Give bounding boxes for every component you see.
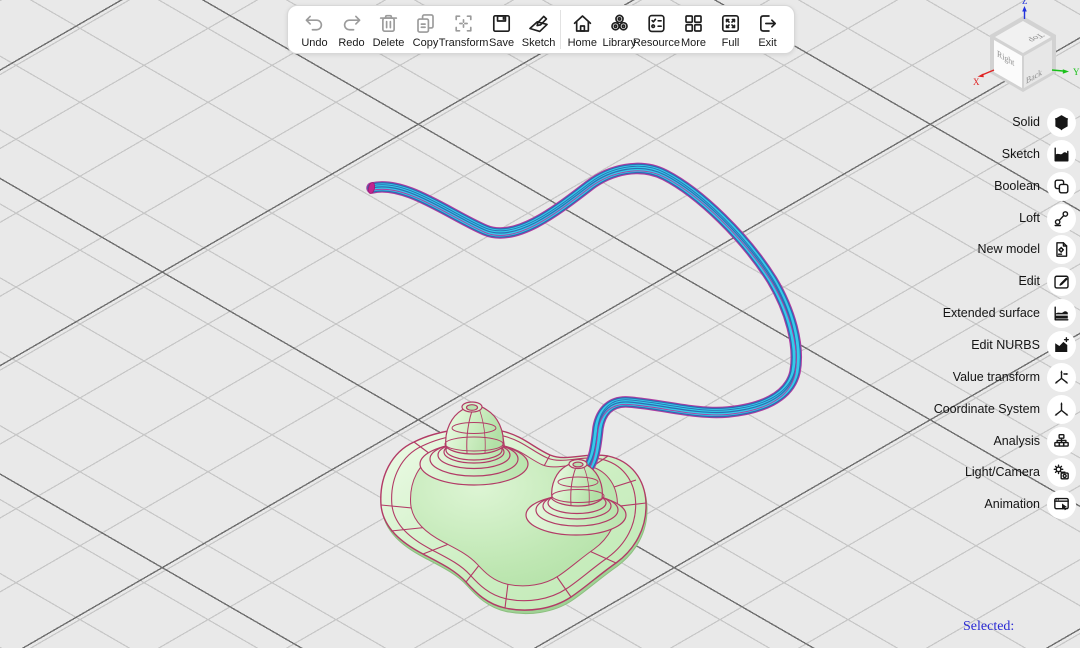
new-model-icon (1051, 239, 1072, 260)
library-icon (607, 11, 632, 36)
tool-light-camera[interactable]: Light/Camera (965, 457, 1076, 487)
library-label: Library (602, 37, 636, 49)
transform-icon (451, 11, 476, 36)
solid-cube-icon (1051, 112, 1072, 133)
axis-y-arrow (1063, 69, 1069, 73)
transform-button[interactable]: Transform (444, 6, 483, 53)
redo-label: Redo (338, 37, 364, 49)
tool-boolean-label: Boolean (994, 179, 1040, 193)
boolean-icon (1051, 176, 1072, 197)
cable-curve-model[interactable] (367, 166, 796, 470)
tool-edit[interactable]: Edit (1018, 266, 1076, 296)
axis-z-arrow (1022, 6, 1027, 12)
more-label: More (681, 37, 706, 49)
tool-edit-nurbs[interactable]: Edit NURBS (971, 330, 1076, 360)
axis-z-label: Z (1022, 0, 1028, 6)
3d-viewport-canvas[interactable] (0, 0, 1080, 648)
home-button[interactable]: Home (564, 6, 601, 53)
resource-checklist-icon (644, 11, 669, 36)
coordinate-system-icon (1051, 399, 1072, 420)
sketch-button[interactable]: Sketch (520, 6, 557, 53)
value-transform-icon (1051, 367, 1072, 388)
tool-edit-label: Edit (1018, 274, 1040, 288)
exit-button[interactable]: Exit (749, 6, 786, 53)
trash-icon (376, 11, 401, 36)
loft-icon (1051, 208, 1072, 229)
tool-analysis[interactable]: Analysis (993, 426, 1076, 456)
tool-solid[interactable]: Solid (1012, 107, 1076, 137)
axis-x-label: X (973, 77, 980, 87)
copy-label: Copy (413, 37, 439, 49)
tool-new-model[interactable]: New model (977, 234, 1076, 264)
undo-icon (302, 11, 327, 36)
tool-coordinate-system-label: Coordinate System (934, 402, 1040, 416)
edit-pencil-icon (1051, 271, 1072, 292)
fullscreen-icon (718, 11, 743, 36)
delete-label: Delete (373, 37, 405, 49)
copy-icon (413, 11, 438, 36)
undo-button[interactable]: Undo (296, 6, 333, 53)
edit-nurbs-icon (1051, 335, 1072, 356)
sketch-pen-icon (526, 11, 551, 36)
tool-extended-surface-label: Extended surface (943, 306, 1040, 320)
save-floppy-icon (489, 11, 514, 36)
resource-button[interactable]: Resource (638, 6, 675, 53)
tool-new-model-label: New model (977, 242, 1040, 256)
delete-button[interactable]: Delete (370, 6, 407, 53)
tool-light-camera-label: Light/Camera (965, 465, 1040, 479)
redo-icon (339, 11, 364, 36)
animation-icon (1051, 494, 1072, 515)
full-label: Full (722, 37, 740, 49)
undo-label: Undo (301, 37, 327, 49)
redo-button[interactable]: Redo (333, 6, 370, 53)
tool-value-transform[interactable]: Value transform (953, 362, 1076, 392)
tool-loft[interactable]: Loft (1019, 203, 1076, 233)
axis-y-label: Y (1073, 67, 1080, 77)
tool-loft-label: Loft (1019, 211, 1040, 225)
cad-application-window: Undo Redo Delete Copy (0, 0, 1080, 648)
full-button[interactable]: Full (712, 6, 749, 53)
home-label: Home (568, 37, 597, 49)
exit-icon (755, 11, 780, 36)
tool-sketch[interactable]: Sketch (1002, 139, 1076, 169)
extended-surface-icon (1051, 303, 1072, 324)
save-button[interactable]: Save (483, 6, 520, 53)
tool-coordinate-system[interactable]: Coordinate System (934, 394, 1076, 424)
home-icon (570, 11, 595, 36)
sketch-surface-icon (1051, 144, 1072, 165)
selected-status-label: Selected: (963, 619, 1014, 635)
analysis-hierarchy-icon (1051, 431, 1072, 452)
tool-sketch-label: Sketch (1002, 147, 1040, 161)
sketch-label: Sketch (522, 37, 556, 49)
tool-value-transform-label: Value transform (953, 370, 1040, 384)
tool-animation[interactable]: Animation (984, 489, 1076, 519)
toolbar-divider (560, 10, 561, 49)
resource-label: Resource (633, 37, 680, 49)
save-label: Save (489, 37, 514, 49)
tool-edit-nurbs-label: Edit NURBS (971, 338, 1040, 352)
view-cube-navigator[interactable]: Top Right Back X Y Z (963, 0, 1080, 100)
tool-solid-label: Solid (1012, 115, 1040, 129)
exit-label: Exit (758, 37, 776, 49)
more-button[interactable]: More (675, 6, 712, 53)
tool-analysis-label: Analysis (993, 434, 1040, 448)
main-toolbar: Undo Redo Delete Copy (287, 5, 795, 54)
more-grid-icon (681, 11, 706, 36)
tool-animation-label: Animation (984, 497, 1040, 511)
tool-extended-surface[interactable]: Extended surface (943, 298, 1076, 328)
tool-boolean[interactable]: Boolean (994, 171, 1076, 201)
light-camera-icon (1051, 462, 1072, 483)
transform-label: Transform (439, 37, 489, 49)
